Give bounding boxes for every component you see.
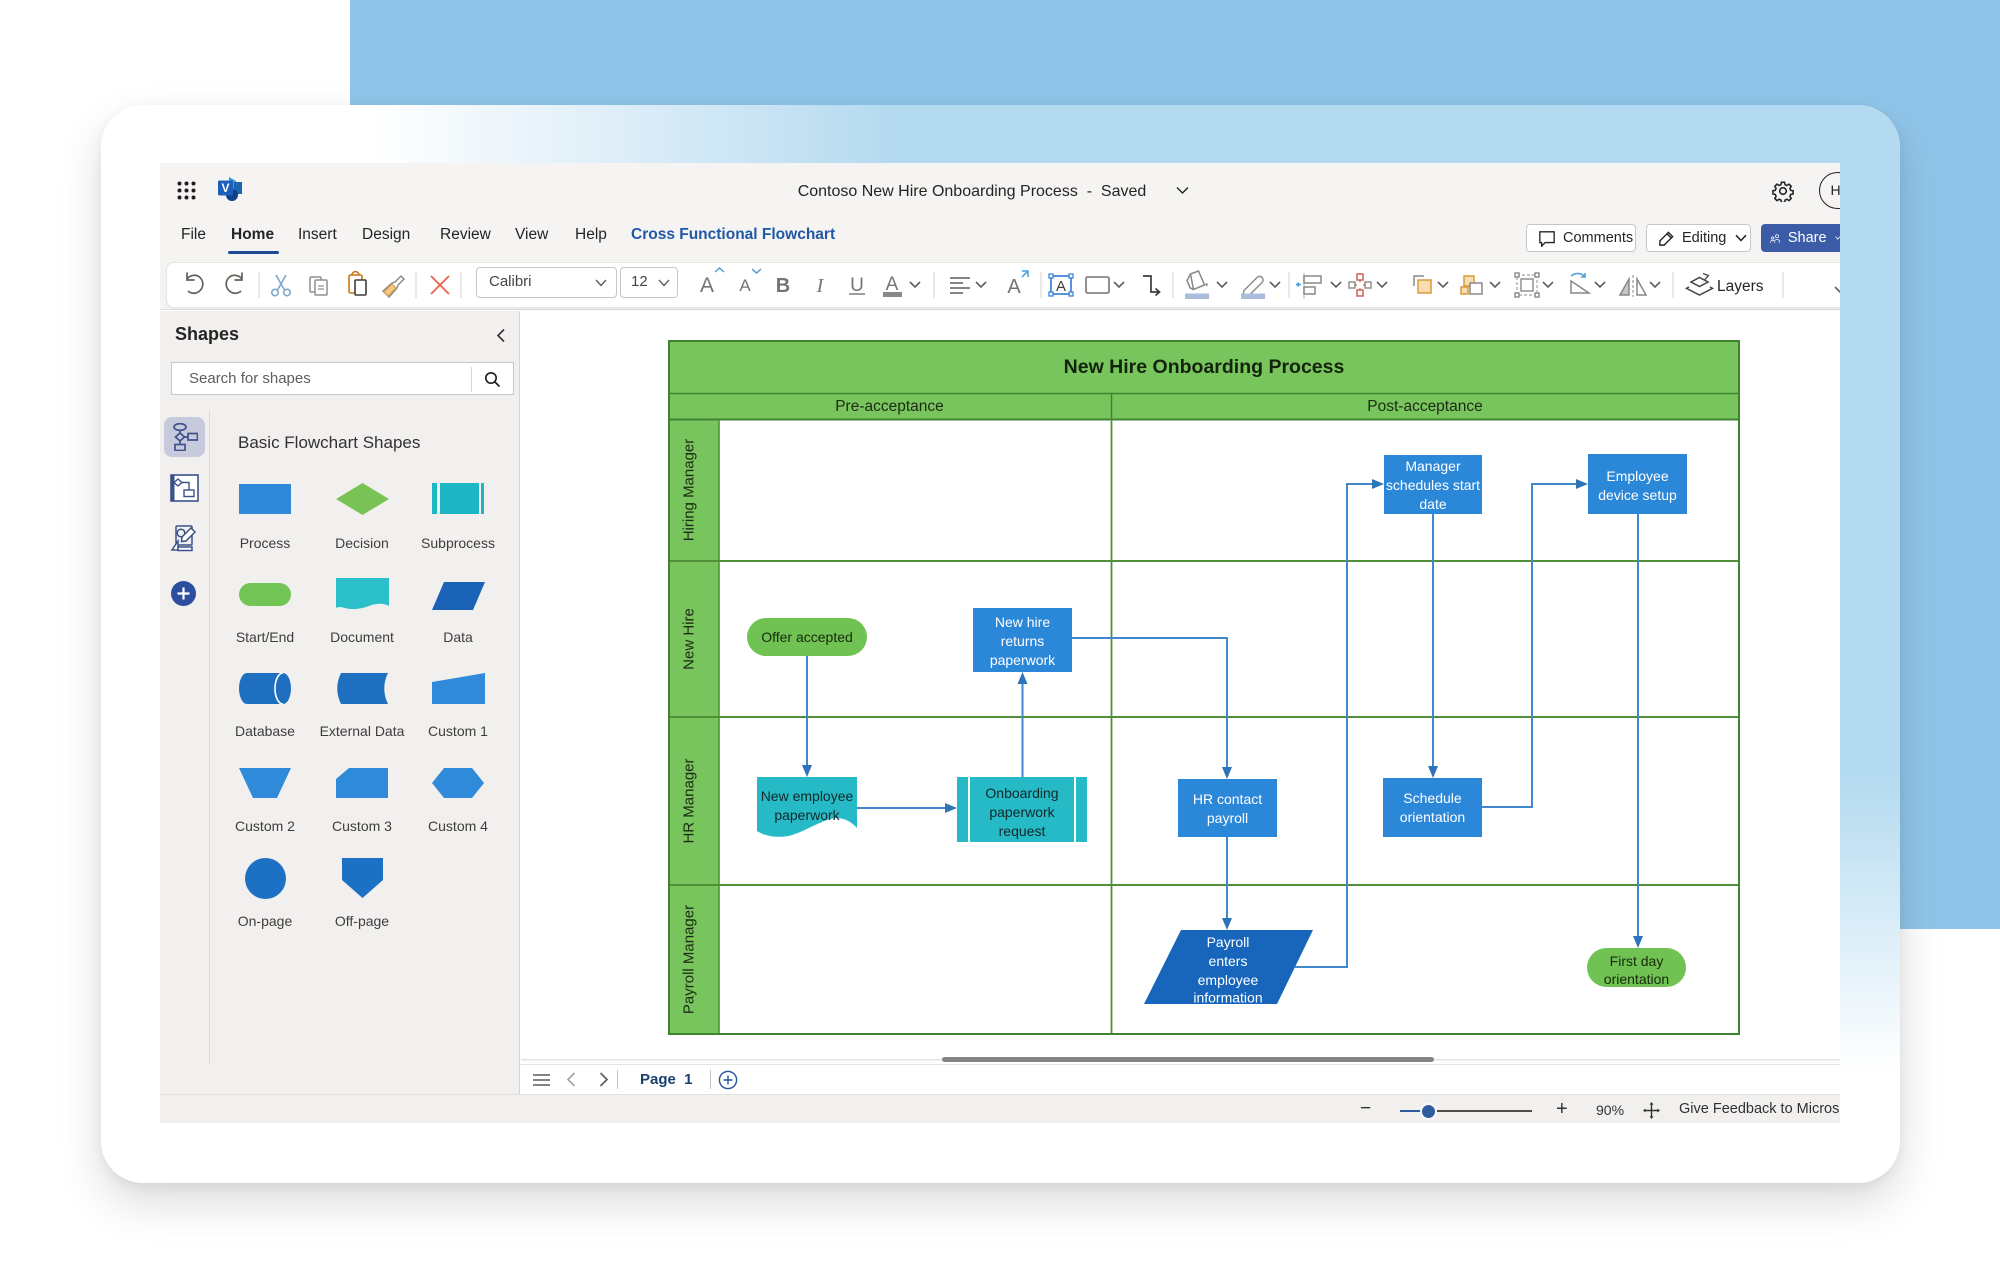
svg-text:B: B (776, 275, 790, 297)
svg-text:Payroll Manager: Payroll Manager (681, 905, 698, 1014)
svg-text:employee: employee (1198, 972, 1259, 988)
svg-text:U: U (850, 275, 864, 296)
svg-text:HR contact: HR contact (1193, 791, 1262, 807)
svg-text:payroll: payroll (1207, 810, 1248, 826)
svg-text:Layers: Layers (1717, 278, 1764, 295)
svg-text:A: A (739, 276, 751, 295)
svg-text:A: A (700, 274, 714, 297)
svg-text:New Hire Onboarding Process: New Hire Onboarding Process (1064, 356, 1345, 378)
svg-text:Payroll: Payroll (1207, 934, 1250, 950)
svg-text:New employee: New employee (761, 788, 854, 804)
svg-text:New hire: New hire (995, 614, 1050, 630)
svg-text:Schedule: Schedule (1403, 790, 1462, 806)
svg-text:Post-acceptance: Post-acceptance (1367, 398, 1482, 415)
svg-text:enters: enters (1209, 953, 1248, 969)
svg-text:paperwork: paperwork (989, 804, 1055, 820)
svg-text:A: A (1007, 276, 1021, 298)
svg-text:Pre-acceptance: Pre-acceptance (835, 398, 944, 415)
svg-text:returns: returns (1001, 633, 1045, 649)
svg-text:First day: First day (1610, 953, 1664, 969)
svg-text:Hiring Manager: Hiring Manager (681, 439, 698, 542)
svg-text:Offer accepted: Offer accepted (761, 629, 853, 645)
svg-text:device setup: device setup (1598, 487, 1677, 503)
svg-text:paperwork: paperwork (774, 807, 840, 823)
svg-text:A: A (886, 274, 899, 295)
svg-text:I: I (816, 275, 825, 297)
svg-text:request: request (999, 823, 1046, 839)
svg-text:Employee: Employee (1606, 468, 1668, 484)
svg-text:Manager: Manager (1405, 458, 1461, 474)
svg-text:orientation: orientation (1604, 971, 1669, 987)
svg-text:information: information (1193, 990, 1262, 1006)
svg-text:date: date (1419, 496, 1446, 512)
svg-text:A: A (1056, 278, 1066, 295)
svg-text:Onboarding: Onboarding (985, 785, 1058, 801)
svg-text:schedules start: schedules start (1386, 477, 1480, 493)
svg-text:New Hire: New Hire (681, 608, 698, 670)
svg-text:orientation: orientation (1400, 809, 1465, 825)
svg-text:paperwork: paperwork (990, 652, 1056, 668)
svg-text:HR Manager: HR Manager (681, 758, 698, 843)
